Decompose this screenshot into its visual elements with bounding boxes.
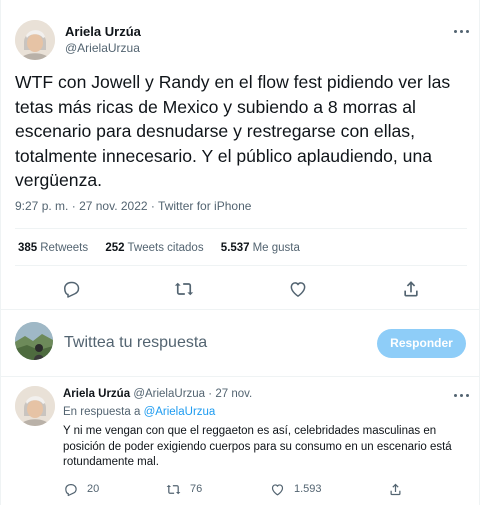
reply-count: 20	[87, 483, 100, 495]
meta-separator: ·	[208, 388, 213, 400]
retweet-count: 76	[190, 483, 203, 495]
ellipsis-dot	[466, 394, 469, 397]
reply-share-button[interactable]	[388, 480, 403, 498]
retweets-label: Retweets	[40, 242, 89, 254]
likes-label: Me gusta	[252, 242, 300, 254]
reply-retweet-button[interactable]: 76	[166, 480, 202, 498]
reply-author-name[interactable]: Ariela Urzúa	[63, 388, 130, 400]
like-count: 1.593	[294, 483, 322, 495]
reply-author-handle[interactable]: @ArielaUrzua	[133, 388, 205, 400]
tweet-source[interactable]: Twitter for iPhone	[158, 199, 251, 213]
heart-icon	[271, 483, 284, 495]
reply-button[interactable]	[61, 279, 81, 299]
replying-mention-link[interactable]: @ArielaUrzua	[144, 406, 216, 418]
divider	[15, 228, 467, 229]
retweet-button[interactable]	[174, 279, 194, 299]
reply-submit-button[interactable]: Responder	[377, 329, 466, 358]
share-button[interactable]	[401, 279, 421, 299]
likes-count: 5.537	[220, 242, 250, 254]
ellipsis-dot	[460, 394, 463, 397]
reply-date[interactable]: 27 nov.	[215, 388, 252, 400]
more-options-button[interactable]	[451, 24, 471, 38]
reply-reply-button[interactable]: 20	[63, 480, 99, 498]
reply-actions: 20 76 1.593	[63, 480, 463, 498]
speech-bubble-icon	[64, 281, 80, 298]
tweet-date[interactable]: 27 nov. 2022	[79, 199, 148, 213]
ellipsis-dot	[460, 30, 463, 33]
replying-prefix: En respuesta a	[63, 406, 141, 418]
divider	[15, 265, 467, 266]
section-divider	[1, 309, 480, 310]
share-upload-icon	[390, 483, 401, 495]
author-name[interactable]: Ariela Urzúa	[65, 24, 141, 39]
ellipsis-icon	[454, 30, 457, 33]
author-avatar[interactable]	[15, 20, 55, 60]
like-button[interactable]	[288, 279, 308, 299]
reply-input[interactable]: Twittea tu respuesta	[64, 334, 207, 352]
section-divider	[1, 376, 480, 377]
likes-stat[interactable]: 5.537 Me gusta	[221, 242, 300, 254]
reply-author-avatar[interactable]	[15, 386, 55, 426]
tweet-time[interactable]: 9:27 p. m.	[15, 199, 68, 213]
retweets-count: 385	[18, 242, 38, 254]
user-avatar[interactable]	[15, 322, 53, 360]
meta-separator: ·	[71, 199, 76, 213]
retweet-icon	[174, 282, 194, 296]
share-upload-icon	[404, 281, 418, 297]
quote-tweets-label: Tweets citados	[127, 242, 204, 254]
author-handle[interactable]: @ArielaUrzua	[65, 41, 140, 55]
replying-to: En respuesta a @ArielaUrzua	[63, 406, 215, 418]
retweet-icon	[166, 484, 181, 494]
reply-text: Y ni me vengan con que el reggaeton es a…	[63, 425, 452, 468]
ellipsis-dot	[466, 30, 469, 33]
tweet-actions	[1, 279, 480, 301]
ellipsis-icon	[454, 394, 457, 397]
heart-icon	[290, 282, 306, 297]
reply-more-options-button[interactable]	[451, 388, 471, 402]
reply-like-button[interactable]: 1.593	[270, 480, 322, 498]
tweet-text: WTF con Jowell y Randy en el flow fest p…	[15, 72, 451, 190]
quote-tweets-stat[interactable]: 252 Tweets citados	[105, 242, 203, 254]
tweet-stats: 385 Retweets 252 Tweets citados 5.537 Me gu…	[18, 242, 314, 254]
reply-header: Ariela Urzúa @ArielaUrzua · 27 nov.	[63, 388, 252, 400]
tweet-detail-page: Ariela Urzúa @ArielaUrzua WTF con Jowell…	[0, 0, 480, 505]
quote-tweets-count: 252	[105, 242, 125, 254]
speech-bubble-icon	[65, 483, 77, 496]
tweet-metadata: 9:27 p. m. · 27 nov. 2022 · Twitter for …	[15, 199, 251, 213]
meta-separator: ·	[150, 199, 155, 213]
retweets-stat[interactable]: 385 Retweets	[18, 242, 88, 254]
